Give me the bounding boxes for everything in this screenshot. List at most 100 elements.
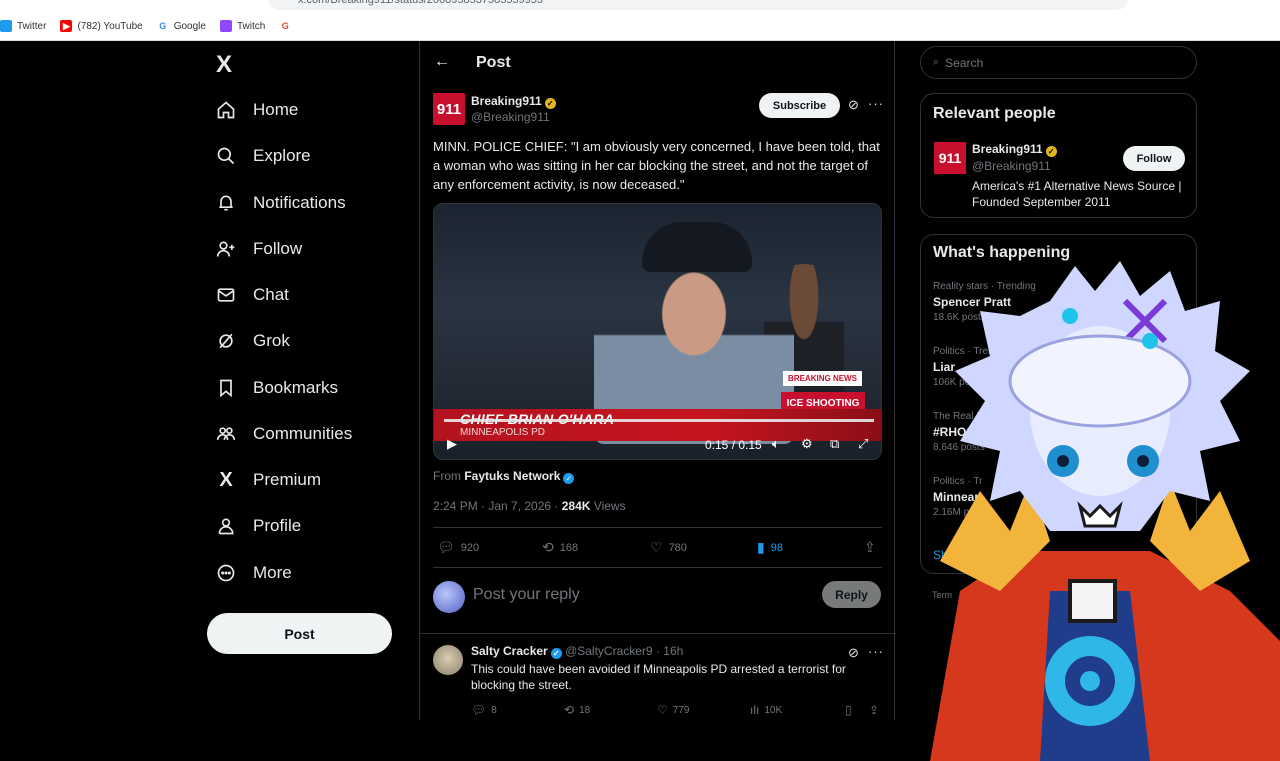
source-link[interactable]: Faytuks Network — [464, 469, 560, 483]
nav-label: Grok — [253, 331, 290, 350]
nav-label: Notifications — [253, 193, 346, 212]
bookmark-youtube[interactable]: ▶ (782) YouTube — [60, 20, 143, 32]
search-input[interactable]: ⌕ Search — [920, 46, 1197, 79]
bookmark-google-2[interactable]: G — [279, 20, 296, 32]
relevant-people-panel: Relevant people 911 Breaking911 ✓ @Breaki… — [920, 93, 1197, 218]
nav-communities[interactable]: Communities — [215, 414, 352, 454]
nav-label: Profile — [253, 516, 302, 535]
x-icon: X — [219, 468, 233, 491]
fullscreen-icon[interactable]: ⤢ — [858, 436, 868, 452]
repost-button[interactable]: ⟲ 168 — [542, 539, 578, 556]
grok-icon — [215, 330, 237, 352]
compose-post-button[interactable]: Post — [207, 613, 392, 654]
nav-bookmarks[interactable]: Bookmarks — [215, 368, 338, 408]
browser-chrome: x.com/Breaking911/status/200895853758555… — [0, 0, 1280, 41]
person-add-icon — [215, 238, 237, 260]
views-button[interactable]: ılı 10K — [750, 703, 782, 717]
nav-label: Follow — [253, 239, 303, 258]
bookmarks-bar: Twitter ▶ (782) YouTube G Google Twitch G — [0, 17, 310, 35]
twitter-favicon-icon — [0, 20, 12, 32]
nav-follow[interactable]: Follow — [215, 229, 302, 269]
share-icon: ⇪ — [864, 539, 876, 555]
home-icon — [215, 99, 237, 121]
google-favicon-icon: G — [279, 20, 292, 32]
repost-icon: ⟲ — [564, 703, 575, 717]
nav-home[interactable]: Home — [215, 90, 298, 130]
comment-avatar[interactable] — [433, 645, 463, 675]
comment-author[interactable]: Salty Cracker ✓ @SaltyCracker9 · 16h — [471, 644, 683, 659]
subscribe-button[interactable]: Subscribe — [759, 93, 840, 118]
reply-button[interactable]: 💬︎ 920 — [437, 539, 479, 556]
relevant-name[interactable]: Breaking911 ✓ — [972, 142, 1057, 157]
heart-icon: ♡ — [650, 539, 663, 555]
video-progress-bar[interactable] — [444, 419, 874, 422]
post-text: MINN. POLICE CHIEF: "I am obviously very… — [433, 139, 880, 192]
repost-button[interactable]: ⟲ 18 — [564, 703, 590, 717]
author-name: Breaking911 — [471, 94, 542, 108]
heart-icon: ♡ — [657, 703, 668, 717]
mail-icon — [215, 284, 237, 306]
analytics-icon: ılı — [750, 703, 760, 717]
youtube-favicon-icon: ▶ — [60, 20, 73, 32]
share-button[interactable]: ⇪ — [864, 539, 882, 556]
author-avatar[interactable]: 911 — [433, 93, 465, 125]
post-meta: 2:24 PM · Jan 7, 2026 · 284K Views — [433, 499, 626, 513]
post-detail-column: ← Post 911 Breaking911 ✓ @Breaking911 Sub… — [419, 41, 896, 720]
nav-label: Communities — [253, 424, 353, 443]
source-attribution: From Faytuks Network ✓ — [433, 469, 575, 484]
like-button[interactable]: ♡ 779 — [657, 703, 689, 717]
relevant-avatar[interactable]: 911 — [934, 142, 966, 174]
reply-button[interactable]: 💬︎ 8 — [471, 703, 497, 717]
bookmark-button[interactable]: ▯ — [845, 703, 857, 717]
back-arrow-icon[interactable]: ← — [434, 53, 450, 71]
comment-actions: 💬︎ 8 ⟲ 18 ♡ 779 ılı 10K ▯ ⇪ — [471, 703, 881, 719]
reply-submit-button[interactable]: Reply — [822, 581, 881, 608]
breaking-news-tag: BREAKING NEWS — [783, 371, 862, 386]
timestamp[interactable]: 2:24 PM · Jan 7, 2026 · — [433, 499, 562, 513]
divider — [420, 633, 896, 634]
reply-input[interactable]: Post your reply — [473, 586, 580, 604]
nav-profile[interactable]: Profile — [215, 506, 301, 546]
page-title: Post — [476, 54, 511, 71]
bookmark-google[interactable]: G Google — [156, 20, 206, 32]
nav-grok[interactable]: Grok — [215, 321, 290, 361]
video-frame-cap — [642, 222, 752, 272]
address-bar[interactable]: x.com/Breaking911/status/200895853758555… — [268, 0, 1128, 10]
nav-premium[interactable]: X Premium — [215, 460, 321, 500]
post-actions: 💬︎ 920 ⟲ 168 ♡ 780 ▮ 98 ⇪ — [433, 537, 882, 557]
picture-in-picture-icon[interactable]: ⧉ — [830, 436, 839, 452]
vtuber-avatar-overlay — [930, 261, 1280, 761]
share-button[interactable]: ⇪ — [869, 703, 884, 717]
bookmark-filled-icon: ▮ — [757, 539, 765, 555]
bookmark-button[interactable]: ▮ 98 — [757, 539, 783, 556]
bookmark-icon — [215, 377, 237, 399]
nav-chat[interactable]: Chat — [215, 275, 289, 315]
x-logo-icon[interactable]: X — [216, 51, 232, 79]
like-button[interactable]: ♡ 780 — [650, 539, 687, 556]
grok-icon[interactable]: ⊘ — [848, 645, 859, 661]
repost-icon: ⟲ — [542, 539, 554, 555]
video-player[interactable]: BREAKING NEWS ICE SHOOTING CHIEF BRIAN O… — [433, 203, 882, 460]
x-app: X Home Explore Notifications Follow Chat… — [0, 41, 1280, 761]
more-options-icon[interactable]: ··· — [868, 644, 884, 659]
relevant-handle[interactable]: @Breaking911 — [972, 159, 1051, 173]
nav-notifications[interactable]: Notifications — [215, 183, 346, 223]
author-handle[interactable]: @Breaking911 — [471, 110, 550, 124]
nav-more[interactable]: More — [215, 553, 292, 593]
current-user-avatar[interactable] — [433, 581, 465, 613]
play-icon[interactable]: ▶ — [447, 436, 457, 452]
nav-label: More — [253, 563, 292, 582]
nav-explore[interactable]: Explore — [215, 136, 311, 176]
follow-button[interactable]: Follow — [1123, 146, 1185, 171]
person-icon — [215, 515, 237, 537]
bookmark-twitter[interactable]: Twitter — [0, 20, 46, 32]
more-options-icon[interactable]: ··· — [868, 96, 884, 111]
nav-label: Bookmarks — [253, 378, 339, 397]
author-name-row[interactable]: Breaking911 ✓ — [471, 94, 556, 109]
settings-gear-icon[interactable]: ⚙︎ — [801, 436, 813, 452]
views-count: 284K — [561, 499, 591, 513]
bookmark-twitch[interactable]: Twitch — [219, 20, 265, 32]
grok-icon[interactable]: ⊘ — [848, 97, 859, 113]
volume-icon[interactable]: 🔈︎ — [772, 436, 780, 452]
verified-badge-icon: ✓ — [550, 648, 562, 659]
